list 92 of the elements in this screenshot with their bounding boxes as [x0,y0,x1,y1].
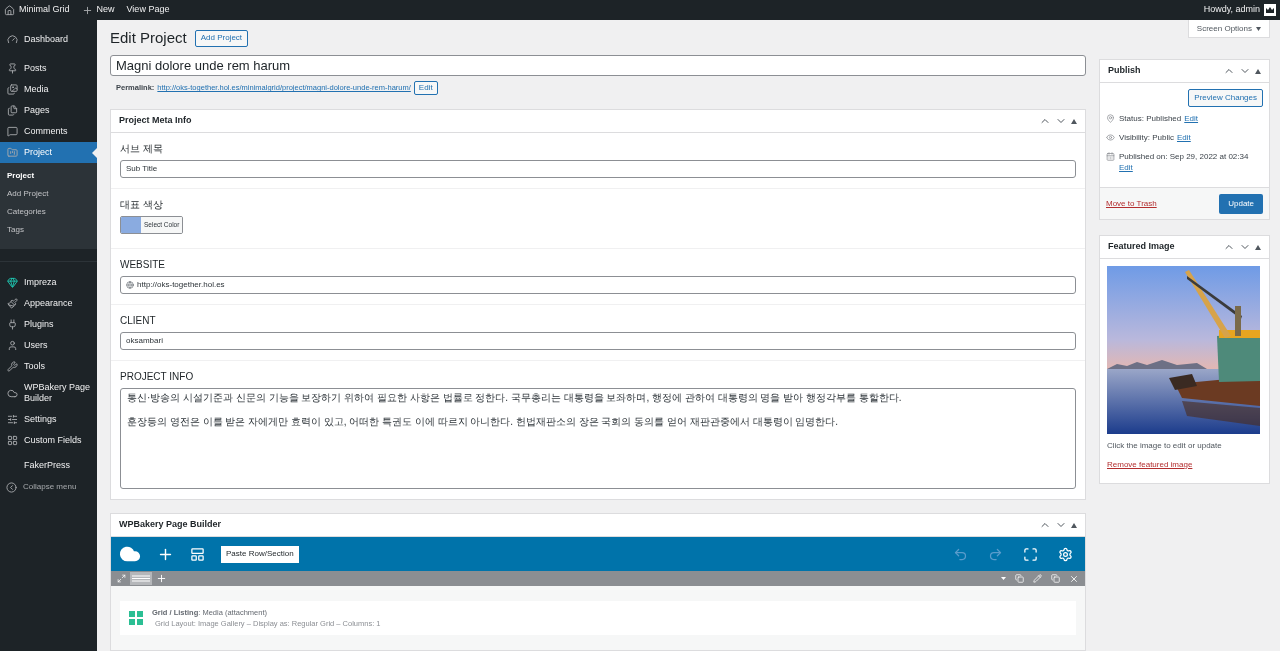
greeting-link[interactable]: Howdy, admin [1203,3,1260,17]
menu-icon [6,340,18,351]
publish-info: Status: Published [1119,113,1182,124]
box-title: Project Meta Info [119,114,192,128]
grid-icon [129,611,143,625]
menu-icon [6,361,18,372]
update-button[interactable]: Update [1219,193,1263,214]
drag-handle-icon[interactable] [130,572,152,585]
dropdown-icon[interactable] [1001,577,1006,580]
globe-icon [126,281,134,289]
menu-icon [6,387,18,399]
redo-icon[interactable] [988,546,1003,562]
close-icon[interactable] [1069,573,1079,584]
field-label: WEBSITE [120,259,166,271]
menu-icon [6,435,18,446]
sidebar-item[interactable]: Posts [0,58,97,79]
collapse-icon[interactable] [1255,244,1261,250]
input-field[interactable]: http://oks-together.hol.es [120,276,1076,294]
collapse-icon[interactable] [1071,522,1077,528]
preview-changes-button[interactable]: Preview Changes [1188,89,1263,107]
edit-link[interactable]: Edit [1184,113,1199,124]
sidebar-item[interactable]: Comments [0,121,97,142]
caption-text: Click the image to edit or update [1107,440,1223,452]
submenu-item[interactable]: Add Project [0,185,97,203]
add-column-icon[interactable] [156,573,167,584]
collapse-icon[interactable] [1255,68,1261,74]
menu-icon [6,277,18,288]
add-project-button[interactable]: Add Project [194,29,249,47]
copy-icon[interactable] [1015,574,1024,583]
paste-button[interactable]: Paste Row/Section [221,545,299,563]
caret-icon [1256,26,1261,31]
new-link[interactable]: New [96,3,115,17]
screen-options-button[interactable]: Screen Options [1187,20,1270,38]
page-title: Edit Project [110,28,187,48]
publish-info: Published on: Sep 29, 2022 at 02:34 [1119,151,1249,162]
sidebar-item[interactable]: Project [0,142,97,163]
submenu-item[interactable]: Tags [0,221,97,239]
collapse-menu-link[interactable]: Collapse menu [23,481,77,493]
menu-icon [6,414,18,425]
edit-link[interactable]: Edit [1177,132,1191,143]
menu-icon [6,84,18,95]
collapse-icon[interactable] [1071,118,1077,124]
publish-info: Visibility: Public [1119,132,1174,143]
undo-icon[interactable] [953,546,968,562]
post-title-field[interactable]: Magni dolore unde rem harum [110,54,1086,76]
sidebar-item[interactable]: Media [0,79,97,100]
field-label: 서브 제목 [120,143,164,155]
expand-icon[interactable] [117,574,126,583]
submenu-item[interactable]: Project [0,167,97,185]
sidebar-item[interactable]: Plugins [0,314,97,335]
sidebar-item[interactable]: Impreza [0,272,97,293]
field-label: 대표 색상 [120,199,164,211]
edit-icon[interactable] [1033,574,1042,583]
view-page-link[interactable]: View Page [126,3,170,17]
sidebar-item[interactable]: Users [0,335,97,356]
clone-icon[interactable] [1051,574,1060,583]
sidebar-item[interactable]: Pages [0,100,97,121]
settings-icon[interactable] [1058,546,1073,562]
menu-icon [6,126,18,137]
sidebar-item[interactable]: Settings [0,409,97,430]
plus-icon[interactable] [81,4,93,16]
avatar-icon[interactable] [1264,4,1276,16]
edit-link[interactable]: Edit [1119,162,1133,173]
menu-icon [6,63,18,74]
sidebar-item[interactable]: Tools [0,356,97,377]
sidebar-item[interactable]: WPBakery Page Builder [0,377,97,409]
box-title: Publish [1108,64,1141,78]
menu-icon [6,319,18,330]
text-area[interactable]: 통신·방송의 시설기준과 신문의 기능을 보장하기 위하여 필요한 사항은 법률로 정한다. 국무총리는 대통령을 보좌하며, 행정에 관하여 대통령의 명을 받아 행정각부를 통할한다. 훈장등의 영전은 이를 받은 자에게만 효력이 있고, 어떠한 특권도 이에 따르지 아니한다. 헌법재판소의 장은 국회의 동의를 얻어 재판관중에서 대통령이 임명한다. [120,388,1076,489]
home-icon[interactable] [4,4,15,16]
sidebar-item[interactable]: Custom Fields [0,430,97,451]
menu-icon [6,34,18,45]
remove-image-link[interactable]: Remove featured image [1107,459,1262,471]
sidebar-item[interactable]: Dashboard [0,29,97,50]
sidebar-item[interactable]: FakerPress [0,455,97,476]
template-icon[interactable] [190,546,205,562]
menu-icon [6,298,18,309]
input-field[interactable]: Sub Title [120,160,1076,178]
edit-button[interactable]: Edit [413,81,438,95]
fullscreen-icon[interactable] [1023,546,1038,562]
move-to-trash-link[interactable]: Move to Trash [1106,197,1157,210]
site-name-link[interactable]: Minimal Grid [19,3,70,17]
menu-icon [6,105,18,116]
menu-icon [6,147,18,158]
field-label: PROJECT INFO [120,371,195,383]
sidebar-item[interactable]: Appearance [0,293,97,314]
field-label: CLIENT [120,315,157,327]
collapse-icon[interactable] [6,481,17,493]
box-title: Featured Image [1108,240,1175,254]
box-title: WPBakery Page Builder [119,518,222,532]
submenu-item[interactable]: Categories [0,203,97,221]
input-field[interactable]: oksambari [120,332,1076,350]
